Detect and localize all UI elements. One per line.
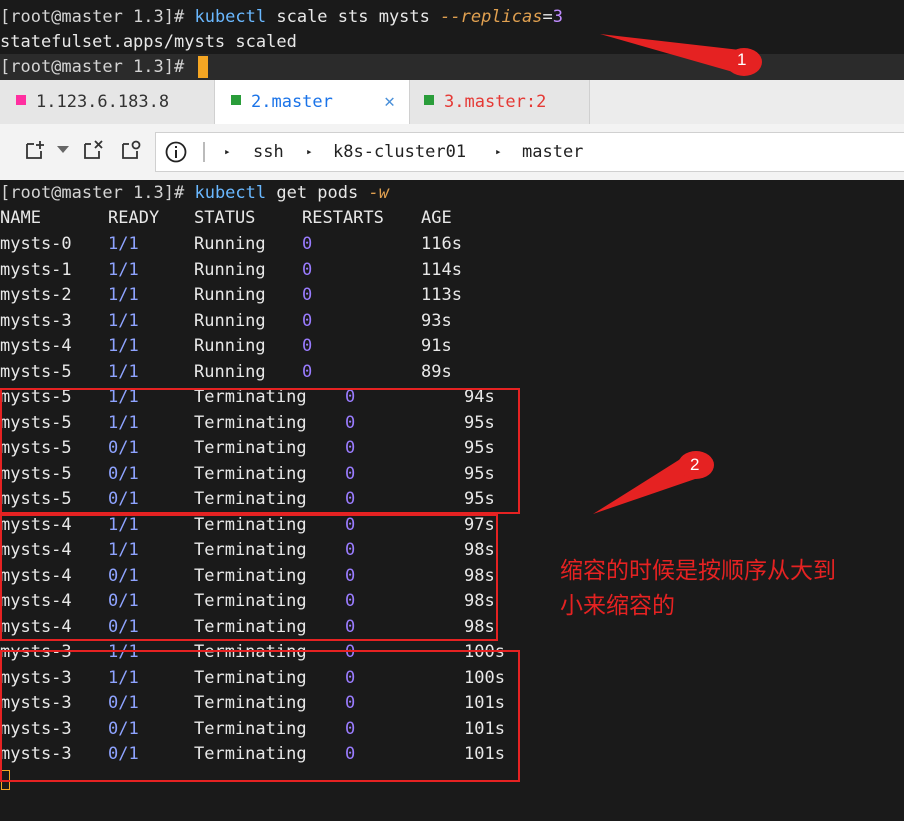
breadcrumb-item-ssh[interactable]: ssh xyxy=(253,133,284,171)
header-status: STATUS xyxy=(194,208,256,228)
breadcrumb-item-master[interactable]: master xyxy=(522,133,583,171)
pod-age: 93s xyxy=(421,310,452,331)
tab-label: 2.master xyxy=(251,92,333,112)
table-row: mysts-3 1/1 Running 0 93s xyxy=(0,309,904,335)
table-row: mysts-1 1/1 Running 0 114s xyxy=(0,258,904,284)
annotation-marker-2: 2 xyxy=(690,455,700,474)
toolbar: ▸ ssh ▸ k8s-cluster01 ▸ master xyxy=(0,124,904,181)
table-row: mysts-0 1/1 Running 0 116s xyxy=(0,232,904,258)
prompt: [root@master 1.3]# xyxy=(0,183,195,203)
pod-ready: 1/1 xyxy=(108,234,139,254)
info-icon[interactable] xyxy=(165,141,187,163)
pod-name: mysts-2 xyxy=(0,285,72,305)
new-tab-icon[interactable] xyxy=(24,139,46,161)
breadcrumb-arrow-icon: ▸ xyxy=(224,145,231,158)
pod-status: Running xyxy=(194,285,266,305)
terminal-cursor xyxy=(198,56,209,78)
pod-restarts: 0 xyxy=(302,259,313,280)
pod-age: 89s xyxy=(421,361,452,382)
tab-color-marker xyxy=(231,95,241,105)
pod-name: mysts-1 xyxy=(0,259,72,280)
tab-label: 1.123.6.183.8 xyxy=(36,92,170,112)
close-session-icon[interactable] xyxy=(82,139,104,161)
pod-status: Running xyxy=(194,259,266,280)
prompt: [root@master 1.3]# xyxy=(0,57,195,77)
annotation-note-line-1: 缩容的时候是按顺序从大到 xyxy=(560,557,836,583)
pod-restarts: 0 xyxy=(302,361,313,382)
pod-ready: 1/1 xyxy=(108,336,139,356)
annotation-note-line-2: 小来缩容的 xyxy=(560,592,675,618)
table-row: mysts-4 1/1 Running 0 91s xyxy=(0,334,904,360)
pod-restarts: 0 xyxy=(302,234,313,254)
breadcrumb: ▸ ssh ▸ k8s-cluster01 ▸ master xyxy=(155,132,904,172)
breadcrumb-divider xyxy=(203,142,205,162)
pod-name: mysts-5 xyxy=(0,361,72,382)
tab-session-3[interactable]: 3.master:2 xyxy=(410,80,590,124)
command-name: kubectl xyxy=(194,7,267,27)
pod-age: 114s xyxy=(421,259,462,280)
pod-status: Running xyxy=(194,361,266,382)
tab-color-marker xyxy=(424,95,434,105)
command-args: get pods xyxy=(266,183,369,203)
breadcrumb-arrow-icon: ▸ xyxy=(495,145,502,158)
pod-ready: 1/1 xyxy=(108,285,139,305)
tab-session-2[interactable]: 2.master ✕ xyxy=(214,80,410,124)
pod-name: mysts-0 xyxy=(0,234,72,254)
header-name: NAME xyxy=(0,208,41,228)
pod-age: 116s xyxy=(421,234,462,254)
pod-restarts: 0 xyxy=(302,285,313,305)
pod-age: 113s xyxy=(421,285,462,305)
command-flag: -w xyxy=(368,183,389,203)
pod-name: mysts-3 xyxy=(0,310,72,331)
pod-name: mysts-4 xyxy=(0,336,72,356)
reconnect-icon[interactable] xyxy=(120,139,142,161)
scale-command-line: [root@master 1.3]# kubectl scale sts mys… xyxy=(0,4,904,30)
pod-age: 91s xyxy=(421,336,452,356)
highlight-box-mysts-3 xyxy=(0,650,520,782)
pod-restarts: 0 xyxy=(302,336,313,356)
table-row: mysts-5 1/1 Running 0 89s xyxy=(0,360,904,386)
header-ready: READY xyxy=(108,208,160,228)
prompt: [root@master 1.3]# xyxy=(0,7,195,27)
close-tab-icon[interactable]: ✕ xyxy=(384,80,395,124)
pod-status: Running xyxy=(194,310,266,331)
tab-color-marker xyxy=(16,95,26,105)
table-header: NAME READY STATUS RESTARTS AGE xyxy=(0,206,904,232)
pod-ready: 1/1 xyxy=(108,259,139,280)
pod-restarts: 0 xyxy=(302,310,313,331)
flag-value: 3 xyxy=(552,7,563,27)
pod-ready: 1/1 xyxy=(108,310,139,331)
tab-label: 3.master:2 xyxy=(444,92,547,112)
highlight-box-mysts-5 xyxy=(0,388,520,514)
breadcrumb-arrow-icon: ▸ xyxy=(306,145,313,158)
command-flag: --replicas xyxy=(440,7,543,27)
pod-ready: 1/1 xyxy=(108,361,139,382)
command-name: kubectl xyxy=(194,183,267,203)
breadcrumb-item-cluster[interactable]: k8s-cluster01 xyxy=(333,133,466,171)
header-restarts: RESTARTS xyxy=(302,208,384,228)
highlight-box-mysts-4 xyxy=(0,514,498,641)
tab-session-1[interactable]: 1.123.6.183.8 xyxy=(0,80,214,124)
annotation-marker-1: 1 xyxy=(737,50,747,69)
pod-status: Running xyxy=(194,336,266,356)
header-age: AGE xyxy=(421,208,452,228)
command-args: scale sts mysts xyxy=(266,7,441,27)
table-row: mysts-2 1/1 Running 0 113s xyxy=(0,283,904,309)
session-tab-bar: 1.123.6.183.8 2.master ✕ 3.master:2 xyxy=(0,80,904,125)
pod-status: Running xyxy=(194,234,266,254)
dropdown-chevron-icon[interactable] xyxy=(57,146,69,154)
flag-equals: = xyxy=(542,7,553,27)
get-pods-command-line: [root@master 1.3]# kubectl get pods -w xyxy=(0,181,904,207)
